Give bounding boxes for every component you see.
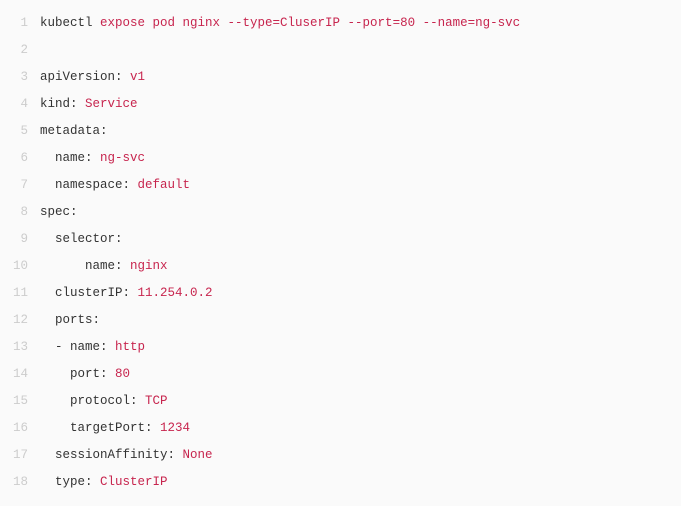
code-token: 80: [115, 367, 130, 381]
code-token: TCP: [145, 394, 168, 408]
line-number: 18: [0, 469, 28, 496]
code-token: kubectl: [40, 16, 100, 30]
line-number: 7: [0, 172, 28, 199]
line-number: 14: [0, 361, 28, 388]
code-token: None: [183, 448, 213, 462]
code-token: apiVersion:: [40, 70, 130, 84]
line-number: 15: [0, 388, 28, 415]
code-line: namespace: default: [40, 172, 681, 199]
line-number: 4: [0, 91, 28, 118]
code-line: sessionAffinity: None: [40, 442, 681, 469]
code-token: sessionAffinity:: [40, 448, 183, 462]
line-number: 13: [0, 334, 28, 361]
line-number: 8: [0, 199, 28, 226]
code-token: metadata:: [40, 124, 108, 138]
line-number: 10: [0, 253, 28, 280]
code-line: clusterIP: 11.254.0.2: [40, 280, 681, 307]
code-token: v1: [130, 70, 145, 84]
code-token: http: [115, 340, 145, 354]
code-line: name: ng-svc: [40, 145, 681, 172]
code-content: kubectl expose pod nginx --type=CluserIP…: [40, 10, 681, 496]
code-token: spec:: [40, 205, 78, 219]
code-line: [40, 37, 681, 64]
line-number: 2: [0, 37, 28, 64]
line-number: 12: [0, 307, 28, 334]
code-token: selector:: [40, 232, 123, 246]
code-line: protocol: TCP: [40, 388, 681, 415]
code-line: apiVersion: v1: [40, 64, 681, 91]
code-token: namespace:: [40, 178, 138, 192]
line-number: 11: [0, 280, 28, 307]
line-number: 9: [0, 226, 28, 253]
code-token: 1234: [160, 421, 190, 435]
code-token: targetPort:: [40, 421, 160, 435]
code-token: - name:: [40, 340, 115, 354]
code-token: protocol:: [40, 394, 145, 408]
code-token: Service: [85, 97, 138, 111]
code-token: default: [138, 178, 191, 192]
code-line: metadata:: [40, 118, 681, 145]
code-token: nginx: [130, 259, 168, 273]
code-token: name:: [40, 151, 100, 165]
code-token: type:: [40, 475, 100, 489]
code-line: selector:: [40, 226, 681, 253]
line-number: 5: [0, 118, 28, 145]
code-line: type: ClusterIP: [40, 469, 681, 496]
code-token: port:: [40, 367, 115, 381]
line-number: 1: [0, 10, 28, 37]
code-token: name:: [40, 259, 130, 273]
code-line: spec:: [40, 199, 681, 226]
code-line: - name: http: [40, 334, 681, 361]
code-line: ports:: [40, 307, 681, 334]
code-token: ports:: [40, 313, 100, 327]
code-line: name: nginx: [40, 253, 681, 280]
line-number: 16: [0, 415, 28, 442]
code-line: port: 80: [40, 361, 681, 388]
code-line: targetPort: 1234: [40, 415, 681, 442]
code-token: clusterIP:: [40, 286, 138, 300]
line-number-gutter: 123456789101112131415161718: [0, 10, 40, 496]
code-block: 123456789101112131415161718 kubectl expo…: [0, 10, 681, 496]
code-token: ng-svc: [100, 151, 145, 165]
code-token: expose pod nginx --type=CluserIP --port=…: [100, 16, 520, 30]
code-token: ClusterIP: [100, 475, 168, 489]
code-token: 11.254.0.2: [138, 286, 213, 300]
line-number: 6: [0, 145, 28, 172]
line-number: 17: [0, 442, 28, 469]
code-line: kubectl expose pod nginx --type=CluserIP…: [40, 10, 681, 37]
code-token: kind:: [40, 97, 85, 111]
line-number: 3: [0, 64, 28, 91]
code-line: kind: Service: [40, 91, 681, 118]
